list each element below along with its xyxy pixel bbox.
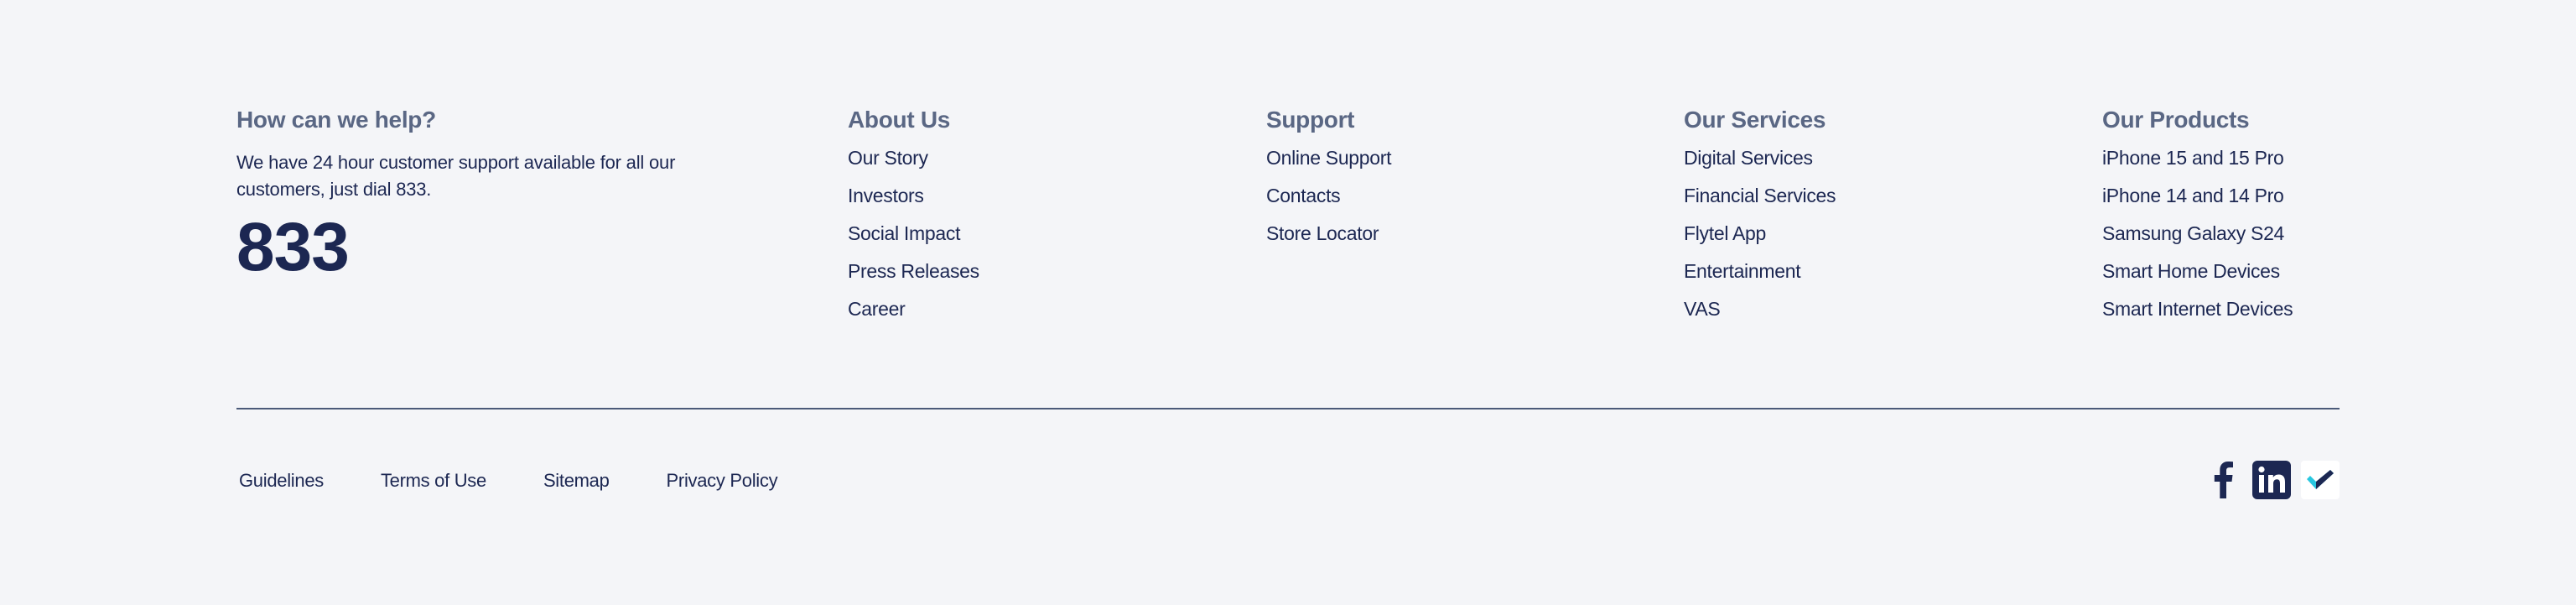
services-links: Digital Services Financial Services Flyt… [1684, 139, 1836, 328]
footer-link-samsung-galaxy-s24[interactable]: Samsung Galaxy S24 [2102, 215, 2293, 253]
footer-link-iphone-14[interactable]: iPhone 14 and 14 Pro [2102, 177, 2293, 215]
footer-link-contacts[interactable]: Contacts [1266, 177, 1391, 215]
footer-link-online-support[interactable]: Online Support [1266, 139, 1392, 177]
link-privacy-policy[interactable]: Privacy Policy [667, 468, 778, 493]
support-column: Support Online Support Contacts Store Lo… [1266, 101, 1392, 253]
services-column: Our Services Digital Services Financial … [1684, 101, 1836, 328]
products-heading: Our Products [2102, 107, 2250, 133]
footer-link-press-releases[interactable]: Press Releases [848, 253, 979, 290]
checkmark-app-link[interactable] [2301, 461, 2340, 499]
support-phone-number[interactable]: 833 [236, 210, 706, 285]
footer-link-digital-services[interactable]: Digital Services [1684, 139, 1836, 177]
about-links: Our Story Investors Social Impact Press … [848, 139, 979, 328]
footer-link-career[interactable]: Career [848, 290, 979, 328]
site-footer: How can we help? We have 24 hour custome… [0, 0, 2576, 605]
footer-link-smart-internet-devices[interactable]: Smart Internet Devices [2102, 290, 2293, 328]
link-terms-of-use[interactable]: Terms of Use [381, 468, 486, 493]
footer-link-vas[interactable]: VAS [1684, 290, 1836, 328]
footer-link-iphone-15[interactable]: iPhone 15 and 15 Pro [2102, 139, 2293, 177]
products-links: iPhone 15 and 15 Pro iPhone 14 and 14 Pr… [2102, 139, 2293, 328]
facebook-link[interactable] [2204, 461, 2242, 499]
help-text: We have 24 hour customer support availab… [236, 152, 676, 200]
products-column: Our Products iPhone 15 and 15 Pro iPhone… [2102, 101, 2293, 328]
linkedin-link[interactable] [2252, 461, 2291, 499]
link-sitemap[interactable]: Sitemap [543, 468, 610, 493]
footer-link-entertainment[interactable]: Entertainment [1684, 253, 1836, 290]
support-links: Online Support Contacts Store Locator [1266, 139, 1392, 253]
about-column: About Us Our Story Investors Social Impa… [848, 101, 979, 328]
footer-link-our-story[interactable]: Our Story [848, 139, 979, 177]
support-heading: Support [1266, 107, 1355, 133]
footer-link-investors[interactable]: Investors [848, 177, 979, 215]
linkedin-icon [2252, 461, 2291, 499]
footer-link-store-locator[interactable]: Store Locator [1266, 215, 1391, 253]
footer-link-smart-home-devices[interactable]: Smart Home Devices [2102, 253, 2293, 290]
footer-link-financial-services[interactable]: Financial Services [1684, 177, 1836, 215]
social-links [2204, 461, 2340, 499]
about-heading: About Us [848, 107, 951, 133]
link-guidelines[interactable]: Guidelines [239, 468, 324, 493]
services-heading: Our Services [1684, 107, 1826, 133]
footer-divider [236, 408, 2340, 409]
footer-link-flytel-app[interactable]: Flytel App [1684, 215, 1836, 253]
facebook-icon [2214, 462, 2233, 498]
checkmark-app-icon [2307, 470, 2334, 489]
legal-links: Guidelines Terms of Use Sitemap Privacy … [239, 468, 834, 493]
help-heading: How can we help? [236, 107, 436, 133]
help-column: How can we help? We have 24 hour custome… [236, 101, 706, 285]
footer-link-social-impact[interactable]: Social Impact [848, 215, 979, 253]
